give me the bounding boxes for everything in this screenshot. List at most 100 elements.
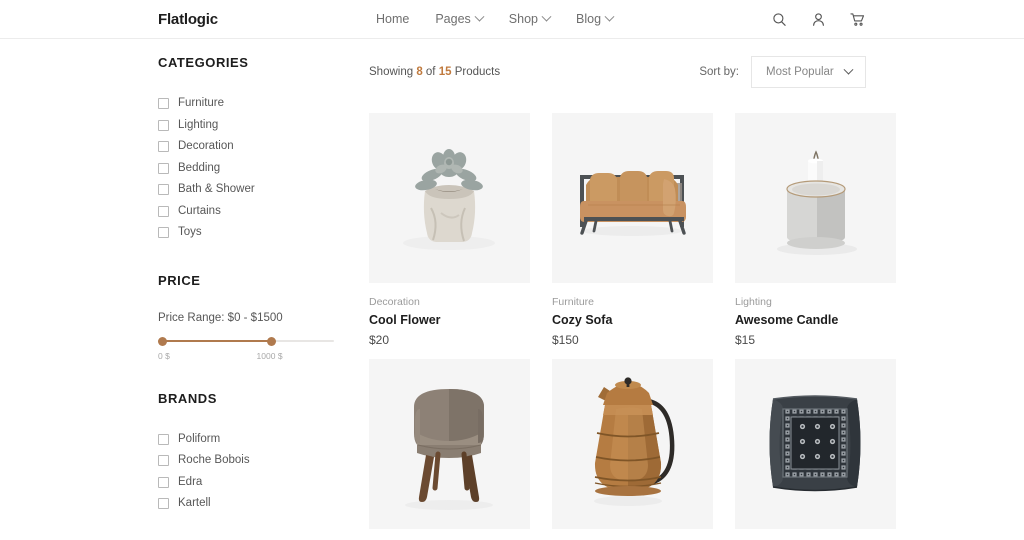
filter-label: Lighting xyxy=(178,118,219,131)
product-image-succulent-paper-bag[interactable] xyxy=(369,113,530,283)
products-area: Showing 8 of 15 Products Sort by: Most P… xyxy=(341,39,896,540)
product-name[interactable]: Awesome Candle xyxy=(735,313,896,327)
product-card[interactable] xyxy=(735,359,896,540)
brands-filter: BRANDS Poliform Roche Bobois Edra Kartel… xyxy=(158,391,341,515)
filter-category-toys[interactable]: Toys xyxy=(158,222,341,244)
filter-category-bath-shower[interactable]: Bath & Shower xyxy=(158,179,341,201)
filter-label: Curtains xyxy=(178,204,221,217)
site-header: Flatlogic Home Pages Shop Blog xyxy=(0,0,1024,39)
slider-handle-max[interactable] xyxy=(267,336,277,346)
showing-total: 15 xyxy=(438,66,452,78)
product-card[interactable] xyxy=(369,359,530,540)
filter-label: Furniture xyxy=(178,97,225,109)
filter-brand-edra[interactable]: Edra xyxy=(158,472,341,494)
nav-label: Pages xyxy=(435,12,471,26)
price-range-slider[interactable] xyxy=(158,336,334,346)
product-card[interactable] xyxy=(552,359,713,540)
product-grid: Decoration Cool Flower $20 Furniture Coz… xyxy=(369,113,896,540)
filter-label: Bath & Shower xyxy=(178,183,255,195)
filter-category-bedding[interactable]: Bedding xyxy=(158,158,341,180)
filter-category-lighting[interactable]: Lighting xyxy=(158,115,341,137)
filter-label: Roche Bobois xyxy=(178,454,250,466)
filter-brand-poliform[interactable]: Poliform xyxy=(158,429,341,451)
sort-selected-value: Most Popular xyxy=(766,66,834,78)
showing-suffix: Products xyxy=(451,66,501,78)
slider-fill xyxy=(161,339,271,342)
product-price: $20 xyxy=(369,333,390,347)
product-price: $150 xyxy=(552,333,579,347)
checkbox-icon[interactable] xyxy=(158,119,169,131)
slider-handle-min[interactable] xyxy=(158,336,167,346)
checkbox-icon[interactable] xyxy=(158,498,169,510)
product-image-patterned-pillow[interactable] xyxy=(735,359,896,529)
checkbox-icon[interactable] xyxy=(158,227,169,239)
product-category: Furniture xyxy=(552,296,595,308)
chevron-down-icon xyxy=(474,11,485,22)
filter-brand-roche-bobois[interactable]: Roche Bobois xyxy=(158,450,341,472)
main-nav: Home Pages Shop Blog xyxy=(376,11,615,26)
checkbox-icon[interactable] xyxy=(158,98,169,110)
filters-sidebar: CATEGORIES Furniture Lighting Decoration… xyxy=(158,39,341,540)
filter-category-furniture[interactable]: Furniture xyxy=(158,93,341,115)
filter-title-price: PRICE xyxy=(158,272,201,288)
product-card[interactable]: Furniture Cozy Sofa $150 xyxy=(552,113,713,347)
filter-title-categories: CATEGORIES xyxy=(158,55,249,70)
checkbox-icon[interactable] xyxy=(158,141,169,153)
search-icon[interactable] xyxy=(770,10,788,28)
sort-control: Sort by: Most Popular xyxy=(699,56,866,88)
product-image-brown-armchair[interactable] xyxy=(369,359,530,529)
product-category: Decoration xyxy=(369,296,420,308)
slider-scale: 0 $ 1000 $ xyxy=(158,351,334,363)
price-range-text: Price Range: $0 - $1500 xyxy=(158,311,283,324)
header-actions xyxy=(770,10,866,28)
nav-label: Shop xyxy=(508,12,538,26)
product-card[interactable]: Lighting Awesome Candle $15 xyxy=(735,113,896,347)
showing-count-text: Showing 8 of 15 Products xyxy=(369,66,500,78)
cart-icon[interactable] xyxy=(848,10,866,28)
brands-list: Poliform Roche Bobois Edra Kartell xyxy=(158,429,341,515)
product-image-copper-pitcher[interactable] xyxy=(552,359,713,529)
filter-label: Edra xyxy=(178,475,203,488)
filter-label: Poliform xyxy=(178,432,221,445)
nav-item-home[interactable]: Home xyxy=(376,12,409,26)
chevron-down-icon xyxy=(843,64,854,75)
nav-item-blog[interactable]: Blog xyxy=(576,11,615,26)
filter-category-decoration[interactable]: Decoration xyxy=(158,136,341,158)
product-card[interactable]: Decoration Cool Flower $20 xyxy=(369,113,530,347)
checkbox-icon[interactable] xyxy=(158,184,169,196)
sort-label: Sort by: xyxy=(699,66,739,78)
sort-select[interactable]: Most Popular xyxy=(751,56,866,88)
slider-max-label: 1000 $ xyxy=(256,350,283,361)
product-price: $15 xyxy=(735,333,756,347)
showing-prefix: Showing xyxy=(369,66,417,78)
product-image-concrete-candle-holder[interactable] xyxy=(735,113,896,283)
product-category: Lighting xyxy=(735,296,772,308)
brand-logo[interactable]: Flatlogic xyxy=(158,11,218,28)
filter-category-curtains[interactable]: Curtains xyxy=(158,201,341,223)
filter-title-brands: BRANDS xyxy=(158,390,217,406)
price-filter: PRICE Price Range: $0 - $1500 0 $ 1000 $ xyxy=(158,273,341,363)
product-name[interactable]: Cool Flower xyxy=(369,313,530,327)
chevron-down-icon xyxy=(541,11,552,22)
page-body: CATEGORIES Furniture Lighting Decoration… xyxy=(0,39,1024,540)
filter-label: Decoration xyxy=(178,140,234,152)
filter-label: Kartell xyxy=(178,497,211,509)
chevron-down-icon xyxy=(604,11,615,22)
filter-label: Toys xyxy=(178,226,202,238)
categories-list: Furniture Lighting Decoration Bedding Ba… xyxy=(158,93,341,244)
checkbox-icon[interactable] xyxy=(158,476,169,488)
product-name[interactable]: Cozy Sofa xyxy=(552,313,713,327)
product-image-tan-leather-sofa[interactable] xyxy=(552,113,713,283)
checkbox-icon[interactable] xyxy=(158,162,169,174)
showing-middle: of xyxy=(422,66,439,78)
user-icon[interactable] xyxy=(809,10,827,28)
nav-item-shop[interactable]: Shop xyxy=(508,11,552,26)
filter-label: Bedding xyxy=(178,161,221,174)
nav-label: Blog xyxy=(576,12,602,26)
filter-brand-kartell[interactable]: Kartell xyxy=(158,493,341,515)
nav-item-pages[interactable]: Pages xyxy=(435,11,485,26)
nav-label: Home xyxy=(376,12,410,26)
checkbox-icon[interactable] xyxy=(158,433,169,445)
checkbox-icon[interactable] xyxy=(158,455,169,467)
checkbox-icon[interactable] xyxy=(158,205,169,217)
